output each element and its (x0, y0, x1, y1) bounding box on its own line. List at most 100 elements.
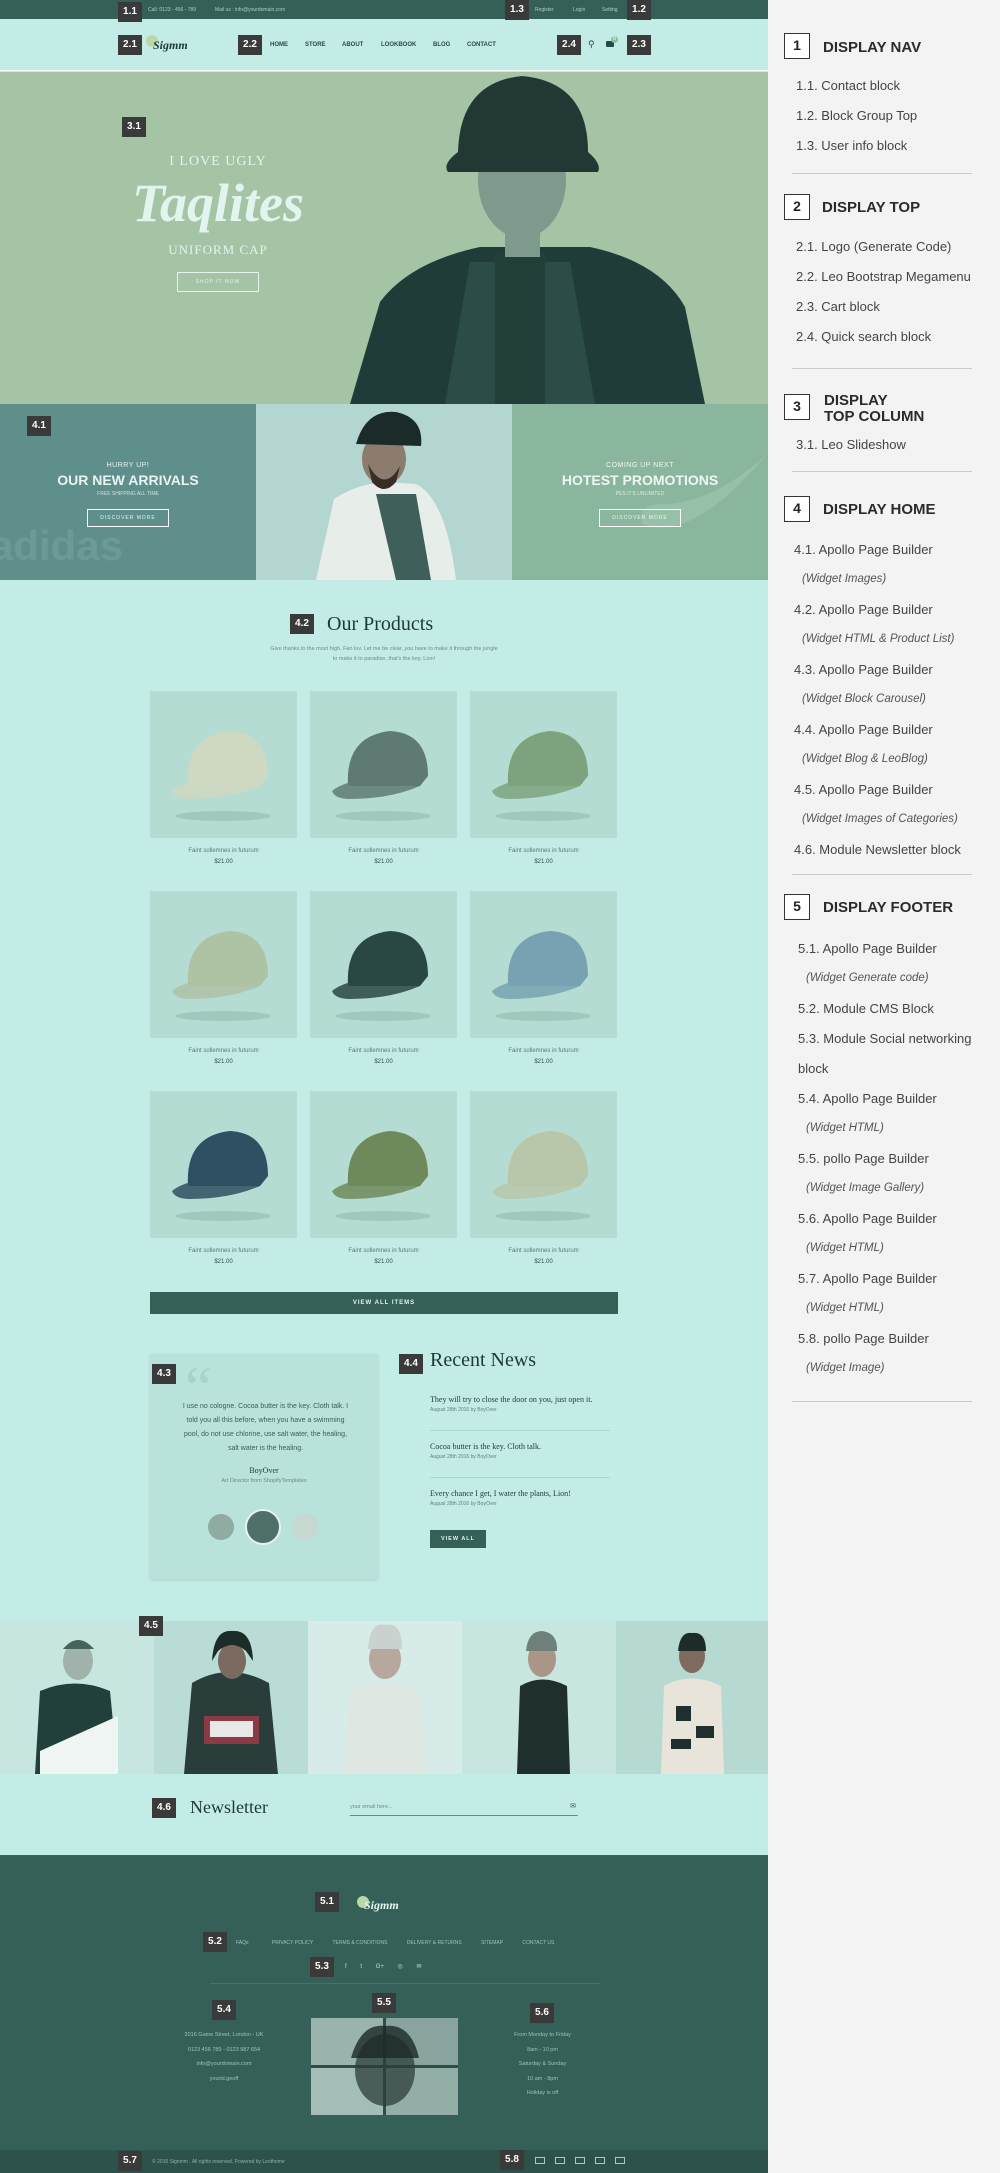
hero-shop-button[interactable]: SHOP IT NOW (176, 272, 260, 292)
footer-link-faqs[interactable]: FAQs (236, 1940, 249, 1946)
footer-link-contact[interactable]: CONTACT US (522, 1940, 554, 1946)
footer-logo[interactable]: Sigmm (355, 1893, 415, 1917)
footer-divider (210, 1983, 600, 1984)
product-name[interactable]: Faint sollemnes in futurum (310, 848, 457, 854)
news-divider (430, 1430, 610, 1431)
category-image[interactable] (616, 1621, 768, 1774)
news-view-all-button[interactable]: VIEW ALL (430, 1530, 486, 1548)
menu-contact[interactable]: CONTACT (467, 42, 496, 48)
product-name[interactable]: Faint sollemnes in futurum (470, 1248, 617, 1254)
marker-1-2: 1.2 (627, 0, 651, 20)
news-item-title[interactable]: Every chance I get, I water the plants, … (430, 1489, 620, 1498)
hours-line: Saturday & Sunday (518, 2061, 567, 2067)
category-image[interactable] (462, 1621, 616, 1774)
footer-link-terms[interactable]: TERMS & CONDITIONS (332, 1940, 387, 1946)
product-card[interactable] (150, 1091, 297, 1238)
instagram-icon[interactable]: ◎ (398, 1964, 403, 1970)
legend-item: 5.5. pollo Page Builder (798, 1151, 929, 1166)
footer-cms-links: FAQs PRIVACY POLICY TERMS & CONDITIONS D… (236, 1940, 554, 1946)
category-model-image (343, 1624, 426, 1774)
product-price: $21.00 (534, 1259, 553, 1265)
product-card[interactable] (310, 1091, 457, 1238)
view-all-items-button[interactable]: VIEW ALL ITEMS (150, 1292, 618, 1314)
product-card[interactable] (310, 691, 457, 838)
product-name[interactable]: Faint sollemnes in futurum (470, 1048, 617, 1054)
twitter-icon[interactable]: t (360, 1964, 362, 1970)
product-name[interactable]: Faint sollemnes in futurum (150, 1048, 297, 1054)
banner1-title: OUR NEW ARRIVALS (57, 472, 199, 488)
search-icon[interactable]: ⚲ (588, 39, 595, 50)
register-link[interactable]: Register (535, 7, 554, 13)
menu-about[interactable]: ABOUT (342, 42, 363, 48)
footer-link-delivery[interactable]: DELIVERY & RETURNS (407, 1940, 462, 1946)
product-name[interactable]: Faint sollemnes in futurum (150, 848, 297, 854)
newsletter-email-field[interactable]: your email here... ✉ (350, 1800, 578, 1816)
menu-home[interactable]: HOME (270, 42, 288, 48)
banner3-title: HOTEST PROMOTIONS (561, 472, 719, 488)
news-item[interactable]: Every chance I get, I water the plants, … (430, 1489, 620, 1507)
footer-phone-line: 0123 456 789 - 0123 987 654 (187, 2046, 261, 2053)
footer-link-privacy[interactable]: PRIVACY POLICY (272, 1940, 313, 1946)
login-link[interactable]: Login (573, 7, 585, 13)
google-plus-icon[interactable]: G+ (376, 1964, 384, 1970)
product-card[interactable] (470, 891, 617, 1038)
footer-id-line: yourid.geoff (209, 2075, 239, 2082)
product-name[interactable]: Faint sollemnes in futurum (310, 1048, 457, 1054)
legend-item: 2.1. Logo (Generate Code) (796, 239, 952, 254)
legend-item: 1.2. Block Group Top (796, 108, 918, 123)
category-image[interactable] (308, 1621, 462, 1774)
marker-1-3: 1.3 (505, 0, 529, 20)
banner3-discover-button[interactable]: DISCOVER MORE (599, 509, 681, 527)
avatar-2-active[interactable] (245, 1509, 281, 1545)
product-name[interactable]: Faint sollemnes in futurum (150, 1248, 297, 1254)
menu-blog[interactable]: BLOG (433, 42, 450, 48)
logo-text: Sigmm (153, 38, 188, 52)
news-item-title[interactable]: They will try to close the door on you, … (430, 1395, 610, 1404)
news-title: Recent News (430, 1349, 537, 1371)
news-item[interactable]: Cocoa butter is the key. Cloth talk. Aug… (430, 1442, 610, 1460)
section-title: DISPLAY HOME (823, 501, 936, 518)
setting-link[interactable]: Setting (602, 7, 618, 13)
product-card[interactable] (150, 891, 297, 1038)
news-item-title[interactable]: Cocoa butter is the key. Cloth talk. (430, 1442, 610, 1451)
paypal-card-icon (575, 2157, 585, 2164)
footer-link-sitemap[interactable]: SITEMAP (481, 1940, 503, 1946)
banner1-discover-button[interactable]: DISCOVER MORE (87, 509, 169, 527)
category-image[interactable] (0, 1621, 154, 1774)
envelope-icon[interactable]: ✉ (570, 1802, 576, 1810)
category-image[interactable] (154, 1621, 308, 1774)
cart-icon[interactable]: 0 (606, 36, 618, 48)
site-logo[interactable]: Sigmm (143, 33, 203, 57)
contact-email[interactable]: Mail us : info@yourdomain.com (215, 7, 285, 13)
menu-lookbook[interactable]: LOOKBOOK (381, 42, 416, 48)
facebook-icon[interactable]: f (345, 1964, 347, 1970)
section-separator (792, 173, 972, 174)
cap-product-image (172, 731, 271, 821)
news-item[interactable]: They will try to close the door on you, … (430, 1395, 610, 1413)
section-number-box: 3 (784, 394, 810, 420)
footer-opening-hours: From Monday to Friday 8am - 10 pm Saturd… (490, 2028, 595, 2101)
testimonial-text: I use no cologne. Cocoa butter is the ke… (182, 1403, 349, 1452)
menu-store[interactable]: STORE (305, 42, 326, 48)
legend-item: 3.1. Leo Slideshow (796, 437, 906, 452)
section-title-line2: TOP COLUMN (824, 408, 925, 425)
product-card[interactable] (150, 691, 297, 838)
testimonial-carousel[interactable]: “ I use no cologne. Cocoa butter is the … (150, 1354, 378, 1579)
product-name[interactable]: Faint sollemnes in futurum (310, 1248, 457, 1254)
product-card[interactable] (470, 1091, 617, 1238)
legend-item-note: (Widget Images) (802, 573, 887, 585)
avatar-1[interactable] (208, 1514, 234, 1540)
hero-slideshow[interactable]: I LOVE UGLY Taqlites UNIFORM CAP SHOP IT… (0, 72, 768, 404)
footer-image-gallery (311, 2018, 458, 2115)
product-name[interactable]: Faint sollemnes in futurum (470, 848, 617, 854)
mail-icon[interactable]: ✉ (416, 1964, 421, 1970)
banner-model[interactable] (256, 404, 512, 580)
legend-item-note: (Widget HTML) (806, 1242, 884, 1254)
footer-email-line[interactable]: info@yourdomain.com (168, 2057, 280, 2072)
product-card[interactable] (310, 891, 457, 1038)
section-title: DISPLAY FOOTER (823, 899, 954, 916)
avatar-3[interactable] (292, 1514, 318, 1540)
product-card[interactable] (470, 691, 617, 838)
banner-promotions[interactable]: COMING UP NEXT HOTEST PROMOTIONS PES IT'… (512, 404, 768, 580)
section-title: DISPLAY (824, 392, 888, 409)
